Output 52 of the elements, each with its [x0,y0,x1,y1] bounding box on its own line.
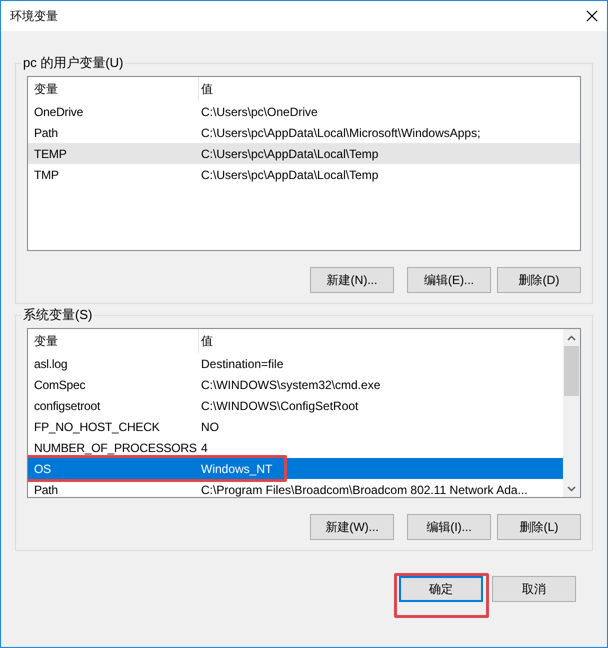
variable-value: C:\WINDOWS\system32\cmd.exe [200,378,380,392]
variable-name: Path [33,482,59,496]
list-row[interactable]: configsetroot C:\WINDOWS\ConfigSetRoot [28,395,563,416]
button[interactable]: 编辑(E)... [407,267,491,293]
variable-name: OS [33,462,52,476]
list-row[interactable]: Path C:\Users\pc\AppData\Local\Microsoft\WindowsApps; [28,122,580,143]
variable-value: C:\Users\pc\OneDrive [200,104,318,118]
button[interactable]: 删除(D) [497,267,581,293]
list-row[interactable]: OneDrive C:\Users\pc\OneDrive [28,101,580,122]
variable-value: C:\Users\pc\AppData\Local\Temp [200,146,378,160]
variable-value: C:\Users\pc\AppData\Local\Microsoft\WindowsApps; [200,126,480,140]
scroll-up-icon[interactable] [567,334,576,340]
variable-value: C:\Program Files\Broadcom\Broadcom 802.11 Network Ada... [200,482,528,496]
button[interactable]: 删除(L) [497,514,581,540]
variable-name: OneDrive [33,104,84,118]
scroll-down-icon[interactable] [567,486,576,492]
variable-value: 4 [200,440,208,454]
button[interactable]: 取消 [492,576,576,602]
list-row[interactable]: Path C:\Program Files\Broadcom\Broadcom 802.11 Network Ada... [28,479,563,497]
variable-name: FP_NO_HOST_CHECK [33,420,160,434]
list-row[interactable]: TMP C:\Users\pc\AppData\Local\Temp [28,164,580,185]
variable-value: Destination=file [200,356,284,370]
group-label: 系统变量(S) [21,306,94,324]
variable-value: C:\Users\pc\AppData\Local\Temp [200,168,378,182]
list-row[interactable]: TEMP C:\Users\pc\AppData\Local\Temp [28,143,580,164]
button[interactable]: 新建(N)... [310,267,394,293]
variable-value: C:\WINDOWS\ConfigSetRoot [200,398,358,412]
list-row[interactable]: OS Windows_NT [28,458,563,479]
variable-name: TMP [33,168,60,182]
group-label: pc 的用户变量(U) [21,54,126,72]
close-icon[interactable] [586,10,598,22]
variable-name: TEMP [33,146,68,160]
list-row[interactable]: asl.log Destination=file [28,353,563,374]
button[interactable]: 编辑(I)... [407,514,491,540]
variable-name: ComSpec [33,378,86,392]
column-header[interactable]: 变量 [28,77,199,101]
variable-name: asl.log [33,356,68,370]
variable-name: NUMBER_OF_PROCESSORS [33,440,198,454]
column-header[interactable]: 值 [199,80,213,98]
variable-name: Path [33,126,59,140]
column-header[interactable]: 值 [199,332,213,350]
column-header[interactable]: 变量 [28,329,199,353]
scrollbar[interactable] [563,329,580,497]
variable-name: configsetroot [33,398,102,412]
button[interactable]: 新建(W)... [310,514,394,540]
list-row[interactable]: NUMBER_OF_PROCESSORS 4 [28,437,563,458]
window-title: 环境变量 [10,8,58,24]
button[interactable]: 确定 [399,576,483,602]
list-row[interactable]: ComSpec C:\WINDOWS\system32\cmd.exe [28,374,563,395]
list-row[interactable]: FP_NO_HOST_CHECK NO [28,416,563,437]
variable-value: NO [200,420,219,434]
variable-value: Windows_NT [200,462,272,476]
